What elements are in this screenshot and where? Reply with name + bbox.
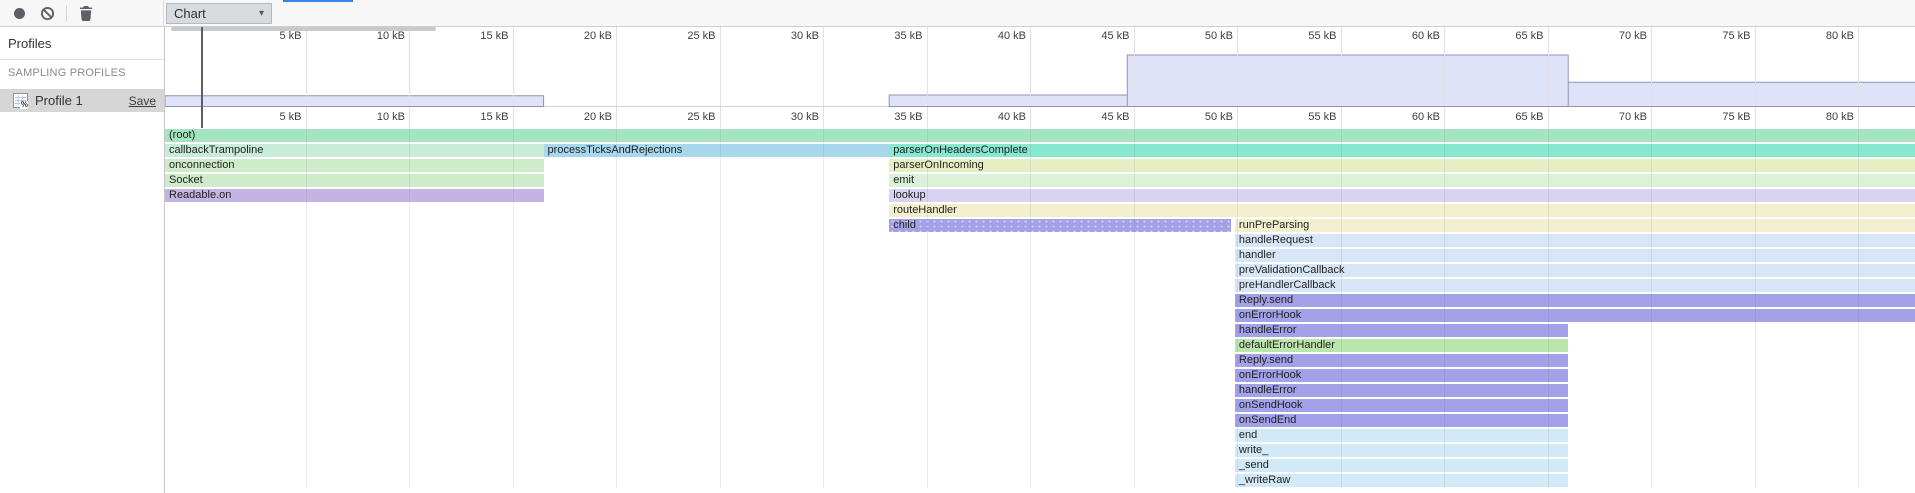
flame-frame[interactable]: child xyxy=(889,219,1231,232)
record-icon xyxy=(14,8,25,19)
save-profile-link[interactable]: Save xyxy=(129,94,156,108)
flame-frame[interactable]: onErrorHook xyxy=(1235,309,1915,322)
toolbar-left xyxy=(0,0,164,26)
gridline xyxy=(1030,107,1031,128)
record-button[interactable] xyxy=(8,2,30,24)
axis-tick-label: 5 kB xyxy=(242,111,302,123)
profiles-heading: Profiles xyxy=(0,27,164,59)
sidebar: Profiles SAMPLING PROFILES % Profile 1 S… xyxy=(0,27,164,493)
flame-frame[interactable]: preHandlerCallback xyxy=(1235,279,1915,292)
flame-frame[interactable]: Socket xyxy=(165,174,544,187)
gridline xyxy=(616,107,617,128)
sampling-profiles-heading: SAMPLING PROFILES xyxy=(0,60,164,85)
flame-frame[interactable]: end xyxy=(1235,429,1568,442)
axis-tick-label: 35 kB xyxy=(863,111,923,123)
axis-tick-label: 40 kB xyxy=(966,111,1026,123)
toolbar: Chart ▾ xyxy=(0,0,1915,27)
flame-frame[interactable]: handleError xyxy=(1235,384,1568,397)
axis-tick-label: 50 kB xyxy=(1173,111,1233,123)
flame-frame[interactable]: runPreParsing xyxy=(1235,219,1915,232)
flame-frame[interactable]: handleError xyxy=(1235,324,1568,337)
range-start-marker xyxy=(201,27,203,128)
flame-frame[interactable]: onconnection xyxy=(165,159,544,172)
flame-frame[interactable]: _send xyxy=(1235,459,1568,472)
delete-profile-button[interactable] xyxy=(75,2,97,24)
profile-item[interactable]: % Profile 1 Save xyxy=(0,89,164,112)
memory-area-chart xyxy=(165,27,1915,107)
axis-tick-label: 55 kB xyxy=(1277,111,1337,123)
toolbar-main: Chart ▾ xyxy=(164,0,1915,26)
clear-icon xyxy=(40,6,55,21)
gridline xyxy=(1755,107,1756,128)
ruler-axis: 5 kB 10 kB 15 kB 20 kB 25 kB 30 kB 35 kB 40 kB 4… xyxy=(165,107,1915,128)
gridline xyxy=(1237,107,1238,128)
flame-frame[interactable]: (root) xyxy=(165,129,1915,142)
flame-frame[interactable]: onSendHook xyxy=(1235,399,1568,412)
flame-frames: (root) callbackTrampolineprocessTicksAndR… xyxy=(165,128,1915,488)
flame-frame[interactable]: Reply.send xyxy=(1235,354,1568,367)
gridline xyxy=(720,107,721,128)
gridline xyxy=(1651,107,1652,128)
gridline xyxy=(1134,107,1135,128)
axis-tick-label: 60 kB xyxy=(1380,111,1440,123)
chevron-down-icon: ▾ xyxy=(259,8,264,19)
axis-tick-label: 65 kB xyxy=(1484,111,1544,123)
axis-tick-label: 10 kB xyxy=(345,111,405,123)
overview-scrollbar-thumb[interactable] xyxy=(171,27,436,31)
axis-tick-label: 70 kB xyxy=(1587,111,1647,123)
flame-frame[interactable]: parserOnIncoming xyxy=(889,159,1915,172)
gridline xyxy=(1341,107,1342,128)
flame-frame[interactable]: routeHandler xyxy=(889,204,1915,217)
toolbar-separator xyxy=(66,5,67,21)
axis-tick-label: 30 kB xyxy=(759,111,819,123)
gridline xyxy=(409,107,410,128)
flame-frame[interactable]: handleRequest xyxy=(1235,234,1915,247)
trash-icon xyxy=(79,6,93,21)
flame-frame[interactable]: defaultErrorHandler xyxy=(1235,339,1568,352)
profile-table-icon: % xyxy=(13,93,28,108)
gridline xyxy=(306,107,307,128)
flame-frame[interactable]: processTicksAndRejections xyxy=(544,144,890,157)
axis-tick-label: 25 kB xyxy=(656,111,716,123)
flame-frame[interactable]: onSendEnd xyxy=(1235,414,1568,427)
flame-chart[interactable]: (root) callbackTrampolineprocessTicksAndR… xyxy=(165,128,1915,493)
gridline xyxy=(1548,107,1549,128)
flame-frame[interactable]: write_ xyxy=(1235,444,1568,457)
flame-frame[interactable]: parserOnHeadersComplete xyxy=(889,144,1915,157)
size-ruler: 5 kB 10 kB 15 kB 20 kB 25 kB 30 kB 35 kB 40 kB 4… xyxy=(165,107,1915,128)
flame-frame[interactable]: onErrorHook xyxy=(1235,369,1568,382)
flame-frame[interactable]: handler xyxy=(1235,249,1915,262)
profile-name: Profile 1 xyxy=(35,93,83,108)
chart-area: 5 kB 10 kB 15 kB 20 kB 25 kB 30 kB 35 kB 40 kB 4… xyxy=(164,27,1915,493)
gridline xyxy=(823,107,824,128)
flame-frame[interactable]: preValidationCallback xyxy=(1235,264,1915,277)
memory-profiler-panel: Chart ▾ Profiles SAMPLING PROFILES % Pro… xyxy=(0,0,1915,493)
gridline xyxy=(513,107,514,128)
flame-frame[interactable]: Reply.send xyxy=(1235,294,1915,307)
flame-frame[interactable]: _writeRaw xyxy=(1235,474,1568,487)
axis-tick-label: 75 kB xyxy=(1691,111,1751,123)
overview-pane[interactable]: 5 kB10 kB15 kB20 kB25 kB30 kB35 kB40 kB4… xyxy=(165,27,1915,107)
gridline xyxy=(1444,107,1445,128)
flame-frame[interactable]: lookup xyxy=(889,189,1915,202)
clear-button[interactable] xyxy=(36,2,58,24)
flame-frame[interactable]: emit xyxy=(889,174,1915,187)
flame-frame[interactable]: callbackTrampoline xyxy=(165,144,544,157)
gridline xyxy=(1858,107,1859,128)
top-accent-line xyxy=(283,0,353,2)
view-mode-label: Chart xyxy=(174,6,206,21)
view-mode-select[interactable]: Chart ▾ xyxy=(166,3,272,24)
axis-tick-label: 80 kB xyxy=(1794,111,1854,123)
flame-frame[interactable]: Readable.on xyxy=(165,189,544,202)
axis-tick-label: 15 kB xyxy=(449,111,509,123)
axis-tick-label: 20 kB xyxy=(552,111,612,123)
gridline xyxy=(927,107,928,128)
axis-tick-label: 45 kB xyxy=(1070,111,1130,123)
